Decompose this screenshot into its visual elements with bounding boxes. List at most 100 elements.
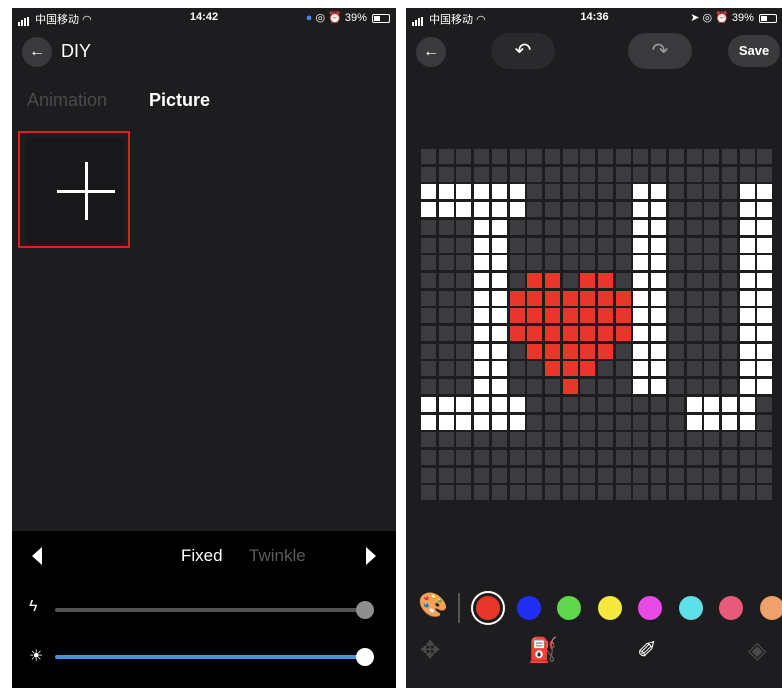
grid-pixel[interactable] — [492, 308, 507, 323]
grid-pixel[interactable] — [757, 450, 772, 465]
grid-pixel[interactable] — [598, 291, 613, 306]
grid-pixel[interactable] — [474, 415, 489, 430]
grid-pixel[interactable] — [439, 255, 454, 270]
grid-pixel[interactable] — [722, 415, 737, 430]
grid-pixel[interactable] — [651, 202, 666, 217]
grid-pixel[interactable] — [687, 238, 702, 253]
grid-pixel[interactable] — [722, 450, 737, 465]
grid-pixel[interactable] — [757, 167, 772, 182]
grid-pixel[interactable] — [421, 184, 436, 199]
grid-pixel[interactable] — [651, 167, 666, 182]
grid-pixel[interactable] — [563, 291, 578, 306]
grid-pixel[interactable] — [421, 485, 436, 500]
grid-pixel[interactable] — [704, 415, 719, 430]
grid-pixel[interactable] — [421, 361, 436, 376]
grid-pixel[interactable] — [474, 273, 489, 288]
grid-pixel[interactable] — [563, 344, 578, 359]
grid-pixel[interactable] — [651, 255, 666, 270]
grid-pixel[interactable] — [580, 415, 595, 430]
grid-pixel[interactable] — [598, 450, 613, 465]
grid-pixel[interactable] — [598, 273, 613, 288]
grid-pixel[interactable] — [669, 326, 684, 341]
grid-pixel[interactable] — [545, 344, 560, 359]
grid-pixel[interactable] — [439, 326, 454, 341]
grid-pixel[interactable] — [545, 149, 560, 164]
grid-pixel[interactable] — [527, 432, 542, 447]
grid-pixel[interactable] — [669, 468, 684, 483]
grid-pixel[interactable] — [510, 326, 525, 341]
grid-pixel[interactable] — [492, 468, 507, 483]
grid-pixel[interactable] — [492, 415, 507, 430]
grid-pixel[interactable] — [669, 202, 684, 217]
color-swatch[interactable] — [679, 596, 703, 620]
grid-pixel[interactable] — [563, 238, 578, 253]
grid-pixel[interactable] — [687, 450, 702, 465]
grid-pixel[interactable] — [740, 184, 755, 199]
grid-pixel[interactable] — [669, 432, 684, 447]
grid-pixel[interactable] — [563, 379, 578, 394]
grid-pixel[interactable] — [527, 379, 542, 394]
grid-pixel[interactable] — [616, 344, 631, 359]
grid-pixel[interactable] — [492, 361, 507, 376]
grid-pixel[interactable] — [633, 238, 648, 253]
grid-pixel[interactable] — [704, 432, 719, 447]
color-swatch[interactable] — [760, 596, 782, 620]
grid-pixel[interactable] — [616, 255, 631, 270]
grid-pixel[interactable] — [563, 220, 578, 235]
grid-pixel[interactable] — [616, 273, 631, 288]
grid-pixel[interactable] — [439, 184, 454, 199]
grid-pixel[interactable] — [598, 184, 613, 199]
grid-pixel[interactable] — [633, 220, 648, 235]
grid-pixel[interactable] — [474, 291, 489, 306]
grid-pixel[interactable] — [580, 379, 595, 394]
grid-pixel[interactable] — [439, 308, 454, 323]
grid-pixel[interactable] — [704, 149, 719, 164]
grid-pixel[interactable] — [651, 308, 666, 323]
grid-pixel[interactable] — [740, 291, 755, 306]
grid-pixel[interactable] — [704, 167, 719, 182]
grid-pixel[interactable] — [580, 255, 595, 270]
redo-button[interactable]: ↷ — [628, 33, 692, 69]
grid-pixel[interactable] — [757, 379, 772, 394]
grid-pixel[interactable] — [598, 344, 613, 359]
grid-pixel[interactable] — [527, 361, 542, 376]
add-picture-button[interactable] — [26, 138, 124, 244]
grid-pixel[interactable] — [722, 273, 737, 288]
grid-pixel[interactable] — [545, 184, 560, 199]
grid-pixel[interactable] — [545, 361, 560, 376]
grid-pixel[interactable] — [722, 432, 737, 447]
grid-pixel[interactable] — [616, 167, 631, 182]
grid-pixel[interactable] — [421, 308, 436, 323]
grid-pixel[interactable] — [545, 291, 560, 306]
grid-pixel[interactable] — [616, 308, 631, 323]
grid-pixel[interactable] — [492, 167, 507, 182]
grid-pixel[interactable] — [669, 255, 684, 270]
grid-pixel[interactable] — [633, 415, 648, 430]
move-icon[interactable]: ✥ — [420, 636, 440, 665]
grid-pixel[interactable] — [722, 468, 737, 483]
grid-pixel[interactable] — [421, 220, 436, 235]
grid-pixel[interactable] — [598, 432, 613, 447]
grid-pixel[interactable] — [563, 415, 578, 430]
grid-pixel[interactable] — [580, 273, 595, 288]
grid-pixel[interactable] — [456, 379, 471, 394]
grid-pixel[interactable] — [563, 167, 578, 182]
grid-pixel[interactable] — [598, 220, 613, 235]
grid-pixel[interactable] — [757, 184, 772, 199]
grid-pixel[interactable] — [456, 238, 471, 253]
grid-pixel[interactable] — [651, 432, 666, 447]
grid-pixel[interactable] — [527, 273, 542, 288]
grid-pixel[interactable] — [580, 167, 595, 182]
grid-pixel[interactable] — [687, 326, 702, 341]
grid-pixel[interactable] — [740, 273, 755, 288]
grid-pixel[interactable] — [492, 220, 507, 235]
grid-pixel[interactable] — [598, 415, 613, 430]
grid-pixel[interactable] — [510, 255, 525, 270]
grid-pixel[interactable] — [757, 344, 772, 359]
grid-pixel[interactable] — [421, 415, 436, 430]
grid-pixel[interactable] — [492, 397, 507, 412]
grid-pixel[interactable] — [616, 326, 631, 341]
eraser-icon[interactable]: ◈ — [748, 636, 766, 665]
grid-pixel[interactable] — [563, 273, 578, 288]
grid-pixel[interactable] — [527, 326, 542, 341]
